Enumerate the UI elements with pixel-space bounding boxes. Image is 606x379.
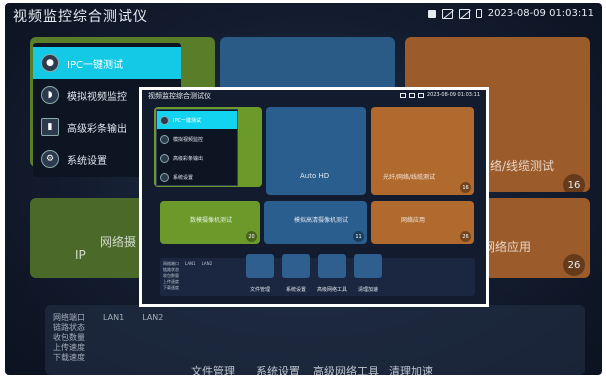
toolbar-system-settings[interactable]: 系统设置 (256, 363, 300, 375)
overlay-menu-item-ipc-test[interactable]: IPC一键测试 (157, 111, 237, 129)
overlay-cable-label: 光纤/网络/线缆测试 (383, 174, 436, 181)
device-screen: 视频监控综合测试仪 2023-08-09 01:03:11 络/线缆测试 16 … (5, 3, 602, 375)
overlay-net-header-lan1: LAN1 (185, 261, 196, 266)
overlay-datetime: 2023-08-09 01:03:11 (426, 92, 480, 98)
overlay-toolbar-advanced-network[interactable]: 高级网络工具 (314, 286, 350, 293)
overlay-menu-item-color-bars[interactable]: 高级彩条输出 (157, 149, 237, 167)
overlay-cleanup-icon[interactable] (354, 254, 382, 278)
overlay-menu: IPC一键测试 模拟视频监控 高级彩条输出 系统设置 (156, 109, 238, 186)
menu-item-label: 系统设置 (67, 155, 107, 167)
overlay-network-tool-icon[interactable] (318, 254, 346, 278)
color-bars-icon: ▮ (41, 118, 59, 136)
cable-test-count: 16 (563, 174, 585, 192)
bell-camera-icon: ◗ (41, 86, 59, 104)
overlay-toolbar-system-settings[interactable]: 系统设置 (278, 286, 314, 293)
overlay-file-manager-icon[interactable] (246, 254, 274, 278)
overlay-cable-count: 16 (460, 182, 471, 193)
background-net-info: 网络端口 LAN1 LAN2 链路状态 收包数量 上传速度 下载速度 (53, 313, 163, 363)
battery-icon (475, 9, 482, 18)
net-header-lan1: LAN1 (103, 313, 125, 322)
overlay-menu-item-label: 系统设置 (173, 174, 194, 181)
ip-label: IP (75, 248, 86, 262)
overlay-hd-camera-count: 11 (353, 231, 364, 242)
lock-icon (427, 9, 436, 18)
overlay-net-row-download: 下载速度 (163, 285, 179, 290)
status-icons: 2023-08-09 01:03:11 (427, 8, 594, 19)
network-app-tile[interactable]: 网络应用 26 (475, 198, 590, 278)
overlay-status: 2023-08-09 01:03:11 (399, 92, 480, 98)
overlay-title: 视频监控综合测试仪 (148, 92, 211, 100)
overlay-auto-hd-tile[interactable]: Auto HD (266, 107, 366, 195)
overlay-menu-item-system-settings[interactable]: 系统设置 (157, 168, 237, 186)
menu-item-ipc-test[interactable]: ● IPC一键测试 (33, 47, 181, 79)
overlay-toolbar-cleanup[interactable]: 清理加速 (350, 286, 386, 293)
network-app-label: 网络应用 (483, 240, 532, 254)
net-row-upload: 上传速度 (53, 343, 85, 352)
overlay-toolbar-file-manager[interactable]: 文件管理 (242, 286, 278, 293)
network-app-count: 26 (563, 254, 585, 276)
overlay-menu-item-analog-monitor[interactable]: 模拟视频监控 (157, 130, 237, 148)
overlay-analog-camera-count: 20 (246, 231, 257, 242)
overlay-net-header-lan2: LAN2 (201, 261, 213, 266)
no-signal-icon (441, 8, 453, 19)
no-network-icon (458, 8, 470, 19)
screenshot-overlay: 视频监控综合测试仪 2023-08-09 01:03:11 Auto HD 光纤… (139, 87, 489, 307)
overlay-network-app-label: 网络应用 (401, 217, 426, 224)
net-row-link: 链路状态 (53, 323, 85, 332)
datetime: 2023-08-09 01:03:11 (487, 8, 594, 19)
overlay-no-signal-icon (408, 92, 415, 98)
ipc-icon: ● (41, 54, 59, 72)
app-title: 视频监控综合测试仪 (13, 9, 148, 25)
status-bar: 视频监控综合测试仪 2023-08-09 01:03:11 (5, 3, 602, 27)
overlay-lock-icon (399, 92, 406, 98)
toolbar-cleanup[interactable]: 清理加速 (389, 363, 433, 375)
menu-item-label: 模拟视频监控 (67, 91, 127, 103)
overlay-analog-camera-label: 数模摄像机测试 (190, 217, 233, 224)
overlay-color-bars-icon (160, 153, 169, 163)
overlay-menu-item-label: 模拟视频监控 (173, 136, 204, 143)
menu-item-label: 高级彩条输出 (67, 123, 127, 135)
overlay-menu-item-label: IPC一键测试 (173, 117, 201, 124)
overlay-hd-camera-label: 模拟高清摄像机测试 (294, 217, 349, 224)
overlay-bell-camera-icon (160, 134, 169, 144)
net-row-packets: 收包数量 (53, 333, 85, 342)
overlay-ipc-icon (160, 115, 169, 125)
overlay-hd-camera-tile[interactable]: 模拟高清摄像机测试 11 (264, 201, 367, 244)
overlay-analog-camera-tile[interactable]: 数模摄像机测试 20 (160, 201, 260, 244)
net-header-port: 网络端口 (53, 313, 85, 322)
overlay-net-info: 网络端口 LAN1 LAN2 链路状态 收包数量 上传速度 下载速度 (163, 261, 212, 291)
cable-test-label: 络/线缆测试 (490, 159, 555, 173)
overlay-network-app-tile[interactable]: 网络应用 26 (371, 201, 474, 244)
overlay-gear-tool-icon[interactable] (282, 254, 310, 278)
net-row-download: 下载速度 (53, 353, 85, 362)
overlay-auto-hd-label: Auto HD (300, 172, 330, 180)
net-header-lan2: LAN2 (142, 313, 164, 322)
overlay-no-network-icon (417, 92, 424, 98)
toolbar-file-manager[interactable]: 文件管理 (191, 363, 235, 375)
overlay-network-app-count: 26 (460, 231, 471, 242)
menu-item-label: IPC一键测试 (67, 59, 123, 71)
toolbar-advanced-network[interactable]: 高级网络工具 (313, 363, 379, 375)
overlay-menu-item-label: 高级彩条输出 (173, 155, 204, 162)
network-label-left: 网络摄 (100, 235, 137, 249)
overlay-gear-icon (160, 172, 169, 182)
overlay-cable-tile[interactable]: 光纤/网络/线缆测试 16 (371, 107, 474, 195)
gear-icon: ⚙ (41, 150, 59, 168)
